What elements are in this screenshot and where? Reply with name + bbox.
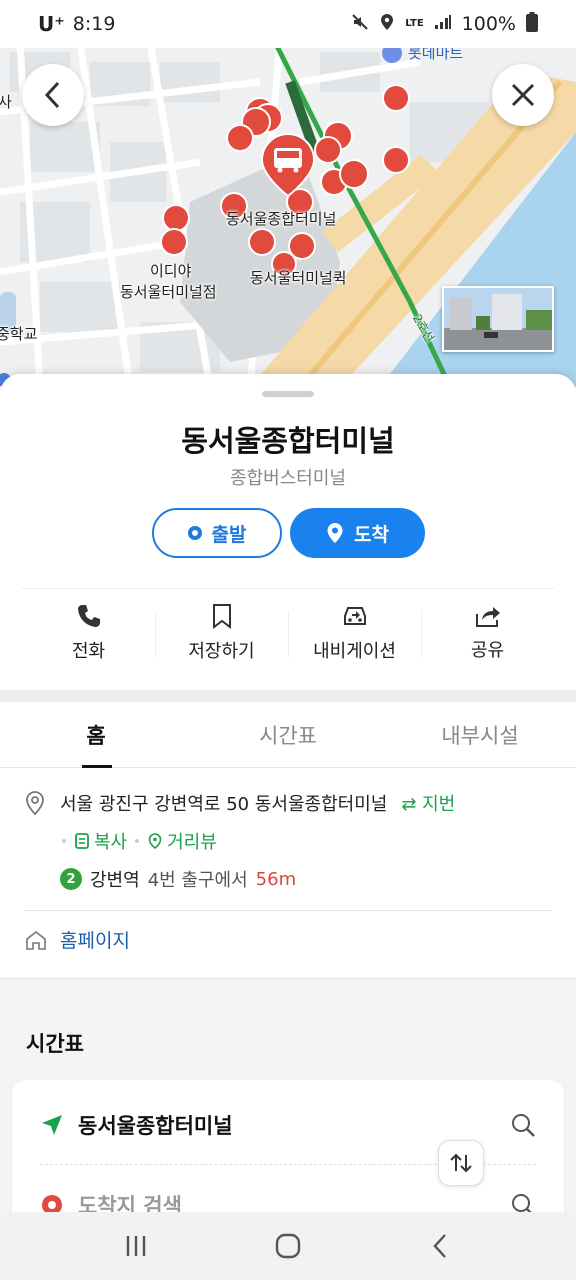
arrive-button[interactable]: 도착: [290, 508, 425, 558]
sheet-drag-handle[interactable]: [262, 391, 314, 397]
save-label: 저장하기: [188, 640, 255, 662]
signal-icon: [434, 13, 452, 35]
origin-search-button[interactable]: [510, 1112, 536, 1142]
location-icon: [379, 13, 395, 36]
subway-line-badge: 2: [60, 868, 82, 890]
pin-icon: [327, 523, 343, 543]
car-navigation-icon: [343, 606, 366, 625]
address-text: 서울 광진구 강변역로 50 동서울종합터미널: [60, 794, 388, 815]
place-title: 동서울종합터미널: [181, 424, 395, 458]
homepage-label: 홈페이지: [60, 930, 130, 952]
arrive-label: 도착: [354, 523, 389, 546]
origin-label: 동서울종합터미널: [78, 1114, 233, 1138]
address-row: 서울 광진구 강변역로 50 동서울종합터미널 ⇄ 지번: [24, 790, 455, 816]
home-button[interactable]: [258, 1221, 318, 1271]
depart-label: 출발: [211, 523, 247, 546]
action-bar: 전화 저장하기 내비게이션 공유: [22, 588, 554, 676]
share-label: 공유: [470, 639, 505, 661]
street-view-label: 거리뷰: [167, 832, 217, 853]
share-button[interactable]: 공유: [421, 589, 554, 676]
subway-exit: 4번 출구에서: [147, 870, 248, 891]
subway-station[interactable]: 강변역: [90, 866, 140, 892]
swap-button[interactable]: [438, 1140, 484, 1186]
map-view[interactable]: 롯데마트 동서울종합터미널 이디야 동서울터미널점 동서울터미널퀵 사 중학교 …: [0, 42, 576, 387]
tab-timetable[interactable]: 시간표: [192, 702, 384, 767]
subway-distance: 56m: [255, 868, 297, 890]
recent-apps-icon: [126, 1236, 146, 1256]
tab-facilities[interactable]: 내부시설: [384, 702, 576, 767]
share-icon: [475, 606, 500, 627]
map-label-ediya-2[interactable]: 동서울터미널점: [120, 282, 217, 303]
detail-tabs: 홈 시간표 내부시설: [0, 702, 576, 768]
recent-apps-button[interactable]: [106, 1221, 166, 1271]
navigation-arrow-icon: [42, 1115, 62, 1135]
search-icon: [512, 1114, 535, 1137]
timetable-title: 시간표: [26, 1032, 84, 1056]
map-label-ediya-1[interactable]: 이디야: [150, 261, 191, 282]
jibun-toggle[interactable]: ⇄ 지번: [401, 790, 455, 816]
save-button[interactable]: 저장하기: [155, 589, 288, 676]
navigation-button[interactable]: 내비게이션: [288, 589, 421, 676]
phone-icon: [77, 604, 100, 627]
home-circle-icon: [275, 1233, 301, 1259]
copy-button[interactable]: 복사: [74, 828, 127, 854]
battery-percent: 100%: [461, 13, 516, 35]
close-button[interactable]: [492, 64, 554, 126]
mute-icon: [351, 13, 369, 36]
map-label-terminal[interactable]: 동서울종합터미널: [226, 209, 336, 230]
system-back-button[interactable]: [410, 1221, 470, 1271]
jibun-label: 지번: [422, 794, 456, 815]
copy-icon: [75, 833, 89, 849]
close-icon: [511, 83, 535, 107]
subway-info: 2 강변역 4번 출구에서 56m: [60, 866, 296, 892]
address-actions: 복사 거리뷰: [62, 828, 217, 854]
status-bar: U⁺ 8:19 LTE 100%: [0, 0, 576, 48]
swap-arrows-icon: [450, 1153, 472, 1173]
copy-label: 복사: [94, 832, 128, 853]
depart-button[interactable]: 출발: [152, 508, 282, 558]
street-photo-thumbnail[interactable]: [442, 286, 554, 352]
chevron-left-icon: [44, 81, 60, 109]
call-label: 전화: [71, 640, 106, 662]
back-chevron-icon: [433, 1234, 446, 1258]
network-type: LTE: [405, 18, 424, 29]
place-category: 종합버스터미널: [230, 468, 346, 489]
map-label-school: 중학교: [0, 325, 38, 343]
map-label-quick[interactable]: 동서울터미널퀵: [250, 268, 347, 289]
navigation-label: 내비게이션: [313, 640, 396, 662]
section-divider: [0, 690, 576, 702]
status-time: 8:19: [72, 13, 116, 35]
carrier-label: U⁺: [38, 12, 65, 36]
location-pin-icon: [26, 791, 44, 816]
battery-icon: [526, 11, 538, 37]
bookmark-icon: [212, 603, 231, 629]
street-view-icon: [148, 833, 162, 849]
call-button[interactable]: 전화: [22, 589, 155, 676]
origin-dot-icon: [187, 526, 202, 540]
system-nav-bar: [0, 1212, 576, 1280]
street-view-button[interactable]: 거리뷰: [147, 828, 217, 854]
map-label-edge: 사: [0, 93, 12, 111]
origin-row[interactable]: 동서울종합터미널: [40, 1110, 233, 1140]
info-divider: [24, 910, 552, 911]
homepage-link[interactable]: 홈페이지: [24, 926, 130, 953]
tab-home[interactable]: 홈: [0, 702, 192, 768]
place-detail-sheet: 동서울종합터미널 종합버스터미널 출발 도착 전화 저장하기 내비게이션 공유 …: [0, 374, 576, 1240]
home-icon: [26, 930, 46, 950]
back-button[interactable]: [22, 64, 84, 126]
